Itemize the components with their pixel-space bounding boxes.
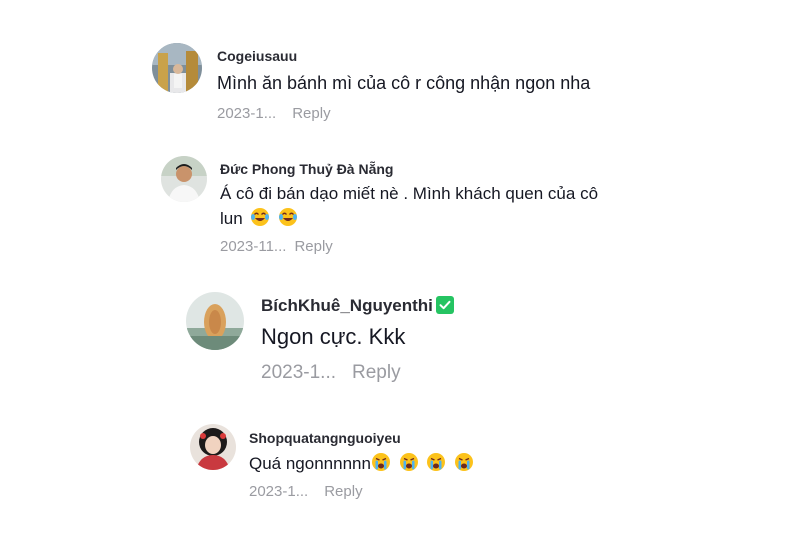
comment-date: 2023-1... xyxy=(249,483,309,500)
comment-text: Ngon cực. Kkk xyxy=(261,324,406,349)
comment-username[interactable]: Đức Phong Thuỷ Đà Nẵng xyxy=(220,161,393,177)
comment-username[interactable]: BíchKhuê_Nguyenthi xyxy=(261,296,454,316)
comment-meta: 2023-1... Reply xyxy=(261,362,401,384)
avatar[interactable] xyxy=(190,424,236,470)
reply-button[interactable]: Reply xyxy=(324,483,362,500)
crying-emoji xyxy=(399,452,419,478)
crying-emoji xyxy=(454,452,474,478)
comment-item: BíchKhuê_Nguyenthi Ngon cực. Kkk 2023-1.… xyxy=(0,260,800,400)
reply-button[interactable]: Reply xyxy=(294,238,332,255)
reply-button[interactable]: Reply xyxy=(292,105,330,122)
comment-username[interactable]: Cogeiusauu xyxy=(217,48,297,64)
reply-button[interactable]: Reply xyxy=(352,362,401,383)
avatar[interactable] xyxy=(186,292,244,350)
comment-item: Cogeiusauu Mình ăn bánh mì của cô r công… xyxy=(0,0,800,130)
avatar[interactable] xyxy=(152,43,202,93)
laughing-tears-emoji xyxy=(278,207,298,233)
avatar[interactable] xyxy=(161,156,207,202)
comment-meta: 2023-1... Reply xyxy=(249,483,363,500)
comment-item: Đức Phong Thuỷ Đà Nẵng Á cô đi bán dạo m… xyxy=(0,130,800,260)
comment-item: Shopquatangnguoiyeu Quá ngonnnnnn 2023-1… xyxy=(0,400,800,542)
comment-date: 2023-1... xyxy=(217,105,277,122)
comment-meta: 2023-1... Reply xyxy=(217,105,331,122)
verified-badge-icon xyxy=(435,296,454,314)
comment-date: 2023-1... xyxy=(261,362,336,383)
comment-meta: 2023-11... Reply xyxy=(220,238,333,255)
laughing-tears-emoji xyxy=(250,207,270,233)
comment-text-line1: Á cô đi bán dạo miết nè . Mình khách que… xyxy=(220,184,599,203)
comment-text: Quá ngonnnnnn xyxy=(249,452,474,478)
comment-username-text: BíchKhuê_Nguyenthi xyxy=(261,296,433,315)
comment-text-line2: lun xyxy=(220,207,298,233)
comment-text-tail: lun xyxy=(220,209,243,228)
crying-emoji xyxy=(371,452,391,478)
comment-text: Mình ăn bánh mì của cô r công nhận ngon … xyxy=(217,73,591,93)
crying-emoji xyxy=(426,452,446,478)
comment-date: 2023-11... xyxy=(220,238,287,255)
comment-text-body: Quá ngonnnnnn xyxy=(249,454,371,473)
comment-username[interactable]: Shopquatangnguoiyeu xyxy=(249,430,401,446)
